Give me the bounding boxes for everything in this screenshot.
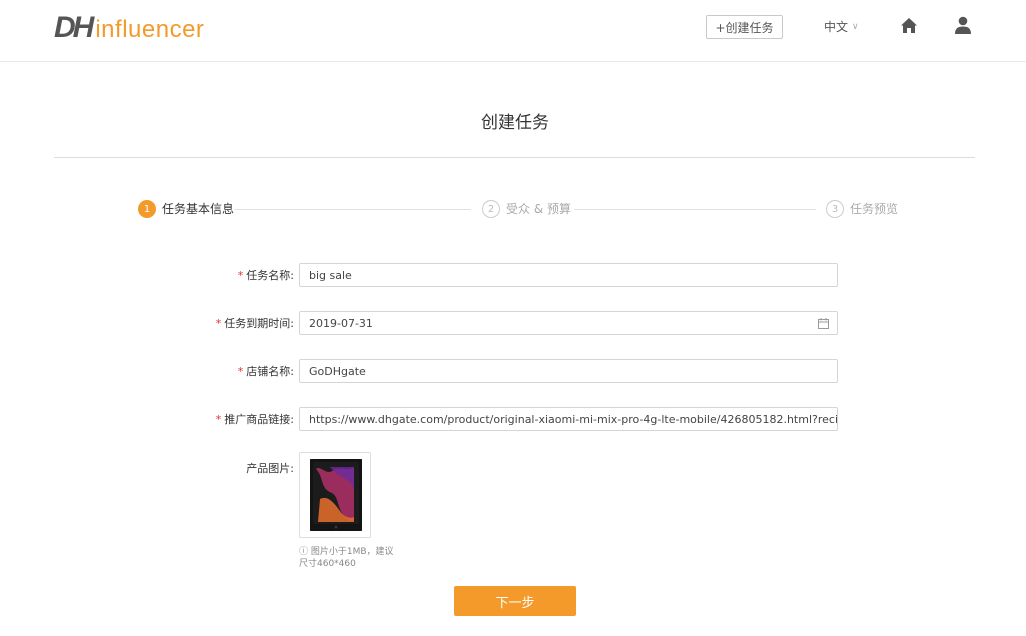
step-connector-2 [574,209,816,210]
step-connector-1 [235,209,471,210]
required-mark: * [215,317,222,330]
expiry-date-value: 2019-07-31 [309,316,373,330]
product-link-input[interactable]: https://www.dhgate.com/product/original-… [299,407,838,431]
expiry-row: * 任务到期时间: 2019-07-31 [0,311,1026,335]
expiry-date-input[interactable]: 2019-07-31 [299,311,838,335]
step-1-number: 1 [138,200,156,218]
calendar-icon[interactable] [818,318,829,329]
step-2-label: 受众 & 预算 [506,202,571,216]
image-hint-line1: ⓘ 图片小于1MB，建议 [299,547,394,557]
required-mark: * [237,365,244,378]
image-hint-line2: 尺寸460*460 [299,559,356,569]
progress-steps: 1 任务基本信息 2 受众 & 预算 3 任务预览 [0,200,1026,220]
step-1-label: 任务基本信息 [162,202,235,216]
step-3-label: 任务预览 [850,202,899,216]
language-label: 中文 [824,20,849,34]
next-step-button[interactable]: 下一步 [454,586,576,616]
chevron-down-icon: ∨ [852,21,859,32]
task-name-label: * 任务名称: [237,269,294,282]
task-name-row: * 任务名称: big sale [0,263,1026,287]
logo-mark: DH [54,11,94,44]
logo-text: influencer [95,16,205,43]
top-header: DH influencer +创建任务 中文 ∨ [0,0,1026,62]
expiry-label: * 任务到期时间: [215,317,294,330]
store-name-row: * 店铺名称: GoDHgate [0,359,1026,383]
step-2-number: 2 [482,200,500,218]
product-image-upload[interactable] [299,452,371,538]
product-image-label: 产品图片: [246,462,294,475]
required-mark: * [237,269,244,282]
title-divider [54,157,975,158]
logo[interactable]: DH influencer [54,11,204,43]
required-mark: * [215,413,222,426]
phone-image [310,459,362,531]
product-link-row: * 推广商品链接: https://www.dhgate.com/product/… [0,407,1026,431]
product-link-label: * 推广商品链接: [215,413,294,426]
store-name-input[interactable]: GoDHgate [299,359,838,383]
task-name-input[interactable]: big sale [299,263,838,287]
page-title: 创建任务 [481,113,549,133]
language-selector[interactable]: 中文 ∨ [824,18,859,35]
image-hint: ⓘ 图片小于1MB，建议 尺寸460*460 [299,546,409,570]
user-icon[interactable] [954,16,972,35]
store-name-label: * 店铺名称: [237,365,294,378]
step-3-number: 3 [826,200,844,218]
product-image-thumbnail [310,459,362,531]
create-task-button[interactable]: +创建任务 [706,15,783,39]
home-icon[interactable] [900,17,918,35]
